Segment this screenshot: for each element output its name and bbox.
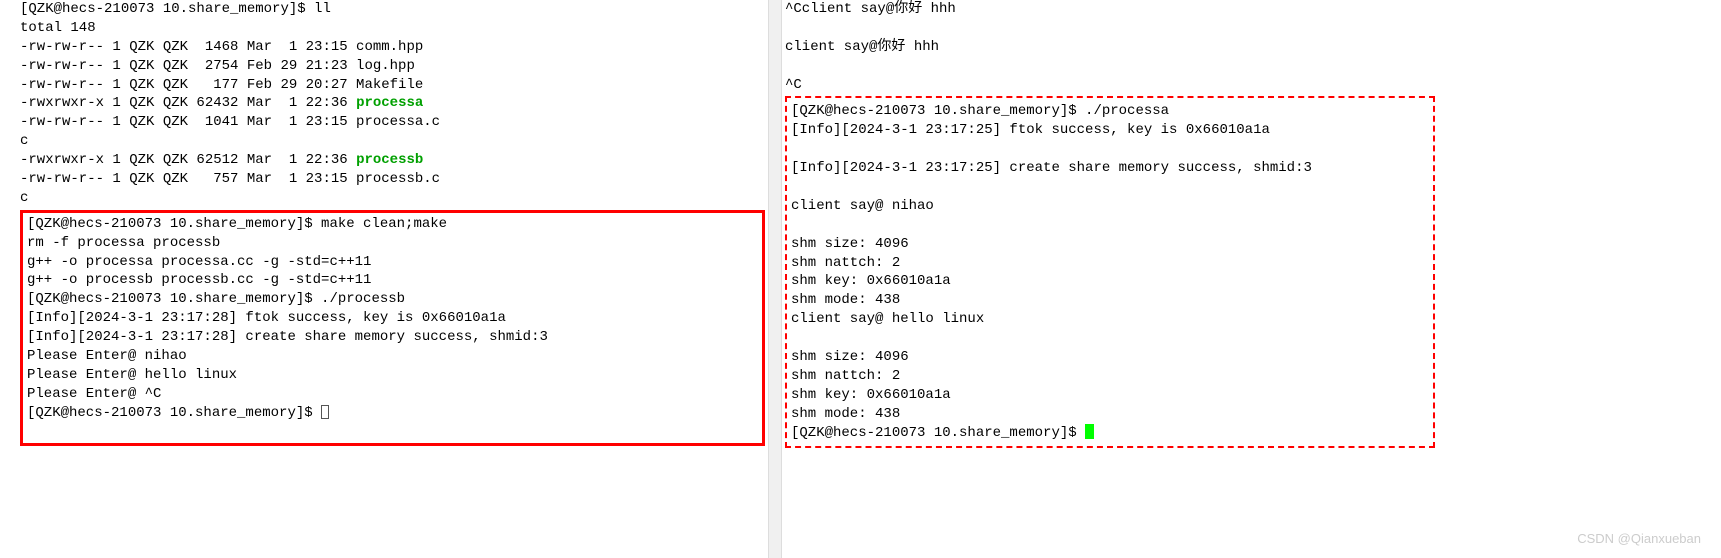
file-perms: -rwxrwxr-x 1 QZK QZK 62432 Mar 1 22:36 [20,95,356,111]
term-line: [Info][2024-3-1 23:17:25] create share m… [791,159,1429,178]
term-line: shm nattch: 2 [791,367,1429,386]
term-line: [QZK@hecs-210073 10.share_memory]$ make … [27,215,758,234]
left-terminal: [QZK@hecs-210073 10.share_memory]$ ll to… [20,0,765,446]
term-line: Please Enter@ hello linux [27,366,758,385]
term-line: client say@ nihao [791,197,1429,216]
term-line: [Info][2024-3-1 23:17:25] ftok success, … [791,121,1429,140]
term-line: shm key: 0x66010a1a [791,272,1429,291]
shell-prompt: [QZK@hecs-210073 10.share_memory]$ [27,405,321,421]
term-line [27,423,758,442]
term-line: Please Enter@ ^C [27,385,758,404]
executable-name: processb [356,152,423,168]
executable-name: processa [356,95,423,111]
term-line: [QZK@hecs-210073 10.share_memory]$ ll [20,0,765,19]
term-line [791,216,1429,235]
term-line: client say@你好 hhh [785,38,1435,57]
term-line [785,19,1435,38]
term-line: ^Cclient say@你好 hhh [785,0,1435,19]
term-line [791,140,1429,159]
right-terminal: ^Cclient say@你好 hhh client say@你好 hhh ^C… [785,0,1435,448]
term-line: g++ -o processb processb.cc -g -std=c++1… [27,271,758,290]
term-line: [Info][2024-3-1 23:17:28] ftok success, … [27,309,758,328]
term-line: shm key: 0x66010a1a [791,386,1429,405]
term-line: -rw-rw-r-- 1 QZK QZK 757 Mar 1 23:15 pro… [20,170,765,189]
term-line: c [20,189,765,208]
cursor-icon [321,405,329,419]
term-line: -rw-rw-r-- 1 QZK QZK 2754 Feb 29 21:23 l… [20,57,765,76]
cursor-icon [1085,424,1094,439]
term-line: total 148 [20,19,765,38]
highlight-box-left: [QZK@hecs-210073 10.share_memory]$ make … [20,210,765,447]
prompt-line[interactable]: [QZK@hecs-210073 10.share_memory]$ [27,404,758,423]
prompt-line[interactable]: [QZK@hecs-210073 10.share_memory]$ [791,424,1429,443]
term-line: shm mode: 438 [791,405,1429,424]
term-line: c [20,132,765,151]
term-line: g++ -o processa processa.cc -g -std=c++1… [27,253,758,272]
term-line: -rwxrwxr-x 1 QZK QZK 62432 Mar 1 22:36 p… [20,94,765,113]
term-line: shm size: 4096 [791,235,1429,254]
term-line: Please Enter@ nihao [27,347,758,366]
term-line: shm mode: 438 [791,291,1429,310]
term-line: -rw-rw-r-- 1 QZK QZK 177 Feb 29 20:27 Ma… [20,76,765,95]
term-line: -rw-rw-r-- 1 QZK QZK 1468 Mar 1 23:15 co… [20,38,765,57]
file-perms: -rwxrwxr-x 1 QZK QZK 62512 Mar 1 22:36 [20,152,356,168]
shell-prompt: [QZK@hecs-210073 10.share_memory]$ [791,425,1085,441]
term-line: [QZK@hecs-210073 10.share_memory]$ ./pro… [791,102,1429,121]
term-line: -rw-rw-r-- 1 QZK QZK 1041 Mar 1 23:15 pr… [20,113,765,132]
term-line [791,178,1429,197]
term-line [791,329,1429,348]
term-line: [Info][2024-3-1 23:17:28] create share m… [27,328,758,347]
term-line: rm -f processa processb [27,234,758,253]
watermark: CSDN @Qianxueban [1577,530,1701,548]
term-line: [QZK@hecs-210073 10.share_memory]$ ./pro… [27,290,758,309]
highlight-box-right: [QZK@hecs-210073 10.share_memory]$ ./pro… [785,96,1435,448]
term-line: ^C [785,76,1435,95]
term-line [785,57,1435,76]
term-line: -rwxrwxr-x 1 QZK QZK 62512 Mar 1 22:36 p… [20,151,765,170]
term-line: client say@ hello linux [791,310,1429,329]
term-line: shm nattch: 2 [791,254,1429,273]
vertical-scrollbar[interactable] [768,0,782,558]
term-line: shm size: 4096 [791,348,1429,367]
